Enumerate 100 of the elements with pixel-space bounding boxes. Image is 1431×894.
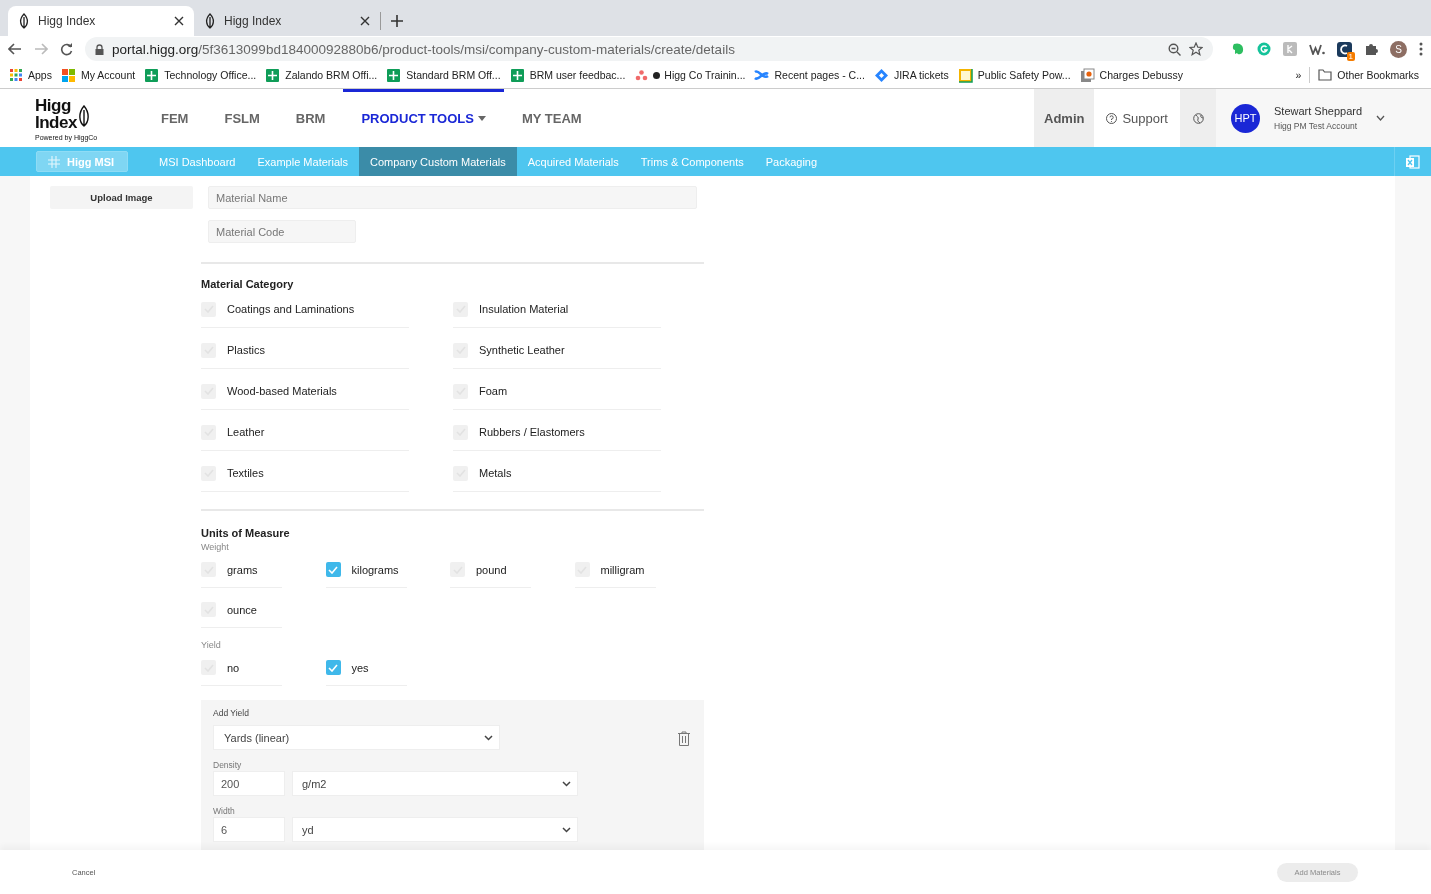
checkbox-label: Leather: [227, 426, 265, 438]
spreadsheet-icon: [144, 67, 160, 83]
bookmark[interactable]: Higg Co Trainin...: [634, 67, 746, 83]
nav-link[interactable]: MY TEAM: [503, 89, 600, 147]
density-input[interactable]: 200: [213, 771, 285, 796]
star-icon[interactable]: [1189, 42, 1203, 56]
checkbox[interactable]: [453, 301, 468, 317]
cross-icon: [754, 67, 770, 83]
zoom-icon[interactable]: [1168, 42, 1181, 56]
slides-icon: [957, 67, 973, 83]
user-menu[interactable]: HPT Stewart Sheppard Higg PM Test Account: [1216, 89, 1431, 147]
admin-link[interactable]: Admin: [1034, 89, 1095, 147]
globe-icon: [1192, 112, 1204, 124]
more-icon[interactable]: [1419, 42, 1423, 56]
checkbox[interactable]: [325, 562, 341, 577]
yield-unit-select[interactable]: Yards (linear): [213, 725, 500, 750]
checkbox-label: Textiles: [227, 467, 264, 479]
circle-g-icon[interactable]: [1257, 42, 1271, 56]
checkmark-icon: [328, 663, 338, 672]
subnav-tab[interactable]: Company Custom Materials: [359, 147, 517, 176]
bookmark[interactable]: Apps: [10, 68, 52, 82]
spreadsheet-icon: [265, 67, 281, 83]
browser-tab[interactable]: Higg Index: [8, 6, 194, 36]
folder-icon: [1318, 69, 1333, 81]
close-icon[interactable]: [174, 16, 184, 26]
checkbox[interactable]: [450, 562, 465, 577]
new-tab-icon[interactable]: [391, 15, 403, 27]
field-label: Width: [213, 806, 236, 816]
checkbox-label: Wood-based Materials: [227, 385, 337, 397]
diamond-icon: [873, 67, 889, 83]
field-label: Density: [213, 760, 243, 770]
checkbox-label: grams: [227, 563, 258, 576]
checkbox-label: Insulation Material: [479, 303, 569, 315]
checkbox-label: Foam: [479, 385, 508, 397]
checkbox-label: Rubbers / Elastomers: [479, 426, 585, 438]
close-icon[interactable]: [360, 16, 370, 26]
bookmark[interactable]: Zalando BRM Offi...: [265, 67, 378, 83]
checkbox-label: kilograms: [351, 563, 399, 576]
w-icon[interactable]: [1309, 43, 1325, 55]
checkbox-label: Metals: [479, 467, 512, 479]
checkbox-label: Synthetic Leather: [479, 344, 565, 356]
forward-icon[interactable]: [34, 43, 48, 55]
checkbox[interactable]: [201, 602, 216, 617]
material-name-field[interactable]: Material Name: [208, 186, 697, 209]
trash-icon[interactable]: [678, 731, 690, 746]
checkbox[interactable]: [453, 424, 468, 440]
bookmark[interactable]: JIRA tickets: [873, 67, 949, 83]
account-name: Higg PM Test Account: [1274, 121, 1358, 131]
checkbox[interactable]: [201, 424, 216, 440]
apps-grid-icon: [10, 68, 23, 82]
checkbox[interactable]: [201, 383, 216, 399]
checkbox[interactable]: [453, 383, 468, 399]
bookmark[interactable]: Other Bookmarks: [1318, 69, 1419, 81]
upload-image-button[interactable]: Upload Image: [50, 186, 193, 209]
material-code-field[interactable]: Material Code: [208, 220, 356, 243]
bookmark[interactable]: Public Safety Pow...: [957, 67, 1071, 83]
hash-icon: [48, 155, 60, 168]
profile-avatar[interactable]: S: [1390, 40, 1407, 58]
notification-badge: 1: [1346, 51, 1355, 61]
puzzle-icon[interactable]: [1364, 42, 1378, 56]
nav-link[interactable]: FSLM: [206, 89, 278, 147]
checkbox[interactable]: [201, 660, 216, 675]
back-icon[interactable]: [8, 43, 22, 55]
checkbox[interactable]: [574, 562, 590, 577]
bookmark[interactable]: Technology Office...: [144, 67, 257, 83]
chevron-down-icon: [562, 826, 571, 833]
width-input[interactable]: 6: [213, 817, 285, 842]
checkbox-label: Plastics: [227, 344, 265, 356]
checkbox[interactable]: [453, 342, 468, 358]
excel-icon[interactable]: [1406, 154, 1420, 169]
bookmark[interactable]: Recent pages - C...: [754, 67, 865, 83]
checkbox[interactable]: [201, 342, 216, 358]
extension-icon[interactable]: [1283, 42, 1297, 56]
nav-link[interactable]: FEM: [143, 89, 207, 147]
bookmark[interactable]: My Account: [60, 67, 136, 83]
support-link[interactable]: Support: [1094, 89, 1180, 147]
leaf-icon: [204, 13, 216, 29]
checkbox[interactable]: [453, 465, 468, 481]
bookmark[interactable]: Charges Debussy: [1079, 67, 1184, 83]
language-button[interactable]: [1180, 89, 1216, 147]
bookmark[interactable]: Standard BRM Off...: [386, 67, 501, 83]
checkbox[interactable]: [201, 562, 216, 577]
field-label: Weight: [201, 542, 230, 552]
bookmark[interactable]: BRM user feedbac...: [509, 67, 626, 83]
checkbox-label: milligram: [600, 563, 645, 576]
section-heading: Material Category: [201, 278, 295, 290]
checkbox-label: no: [227, 661, 240, 674]
checkbox[interactable]: [201, 301, 216, 317]
reload-icon[interactable]: [60, 42, 73, 56]
checkbox[interactable]: [201, 465, 216, 481]
density-unit-select[interactable]: g/m2: [292, 771, 578, 796]
checkbox[interactable]: [325, 660, 341, 675]
section-heading: Units of Measure: [201, 527, 291, 539]
overflow-chevron[interactable]: »: [1295, 69, 1302, 81]
width-unit-select[interactable]: yd: [292, 817, 578, 842]
windows-logo-icon: [60, 67, 76, 83]
help-circle-icon: [1106, 112, 1118, 124]
chevron-down-icon: [562, 780, 571, 787]
nav-link[interactable]: BRM: [277, 89, 344, 147]
browser-tab[interactable]: Higg Index: [194, 6, 380, 36]
